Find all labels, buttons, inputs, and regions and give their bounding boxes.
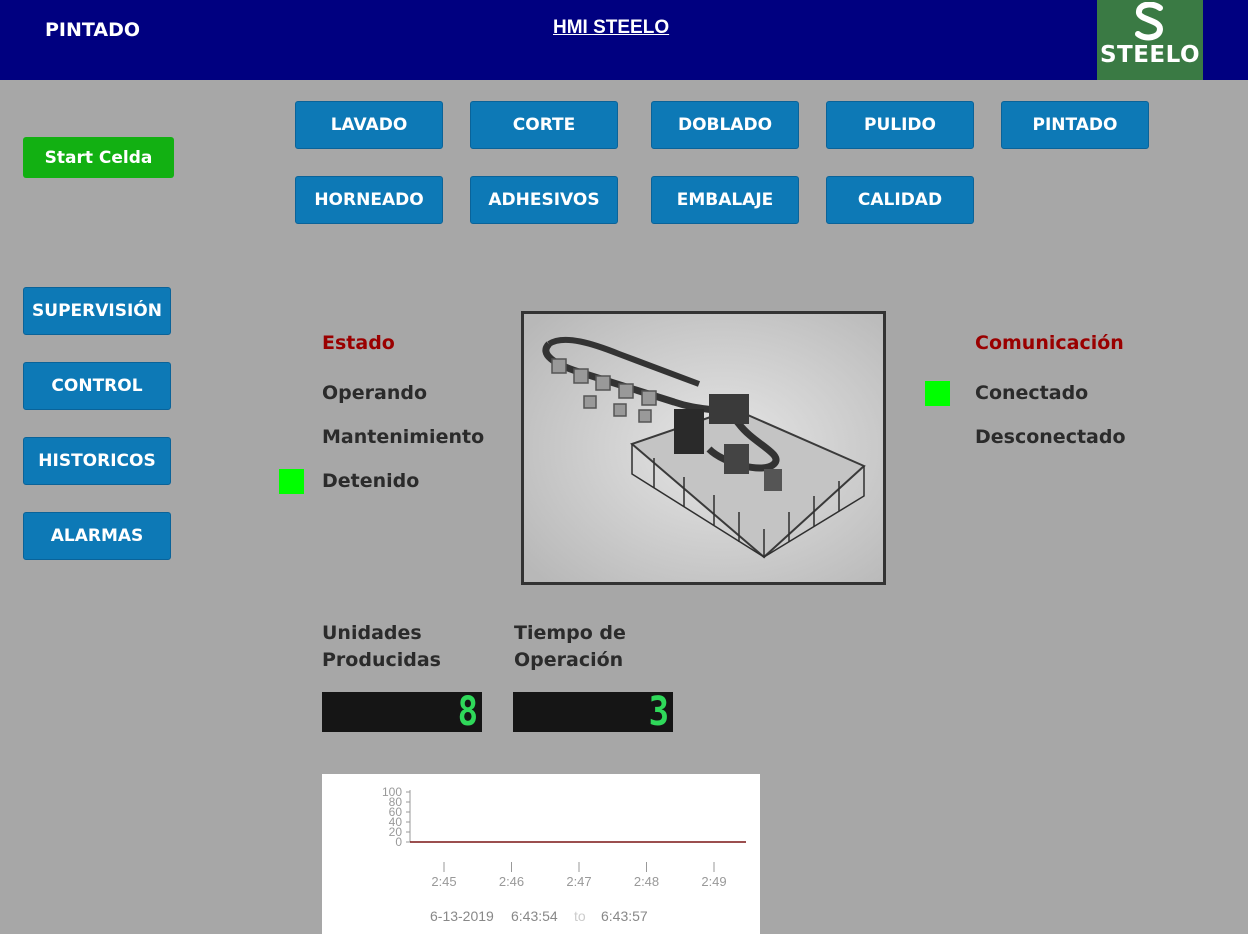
- detenido-indicator: [279, 469, 304, 494]
- tiempo-counter-display: 3: [513, 689, 673, 735]
- tiempo-value: 3: [648, 689, 669, 735]
- trend-chart-svg: 1008060402002:45 2:46 2:47 2:48 2:49: [382, 785, 746, 889]
- unidades-label-line2: Producidas: [322, 649, 441, 671]
- embalaje-button[interactable]: EMBALAJE: [651, 176, 799, 224]
- conectado-indicator: [925, 381, 950, 406]
- historicos-button[interactable]: HISTORICOS: [23, 437, 171, 485]
- lavado-button[interactable]: LAVADO: [295, 101, 443, 149]
- x-tick-label: 2:45: [431, 874, 456, 889]
- unidades-counter-display: 8: [322, 689, 482, 735]
- unidades-label-line1: Unidades: [322, 622, 422, 644]
- calidad-button[interactable]: CALIDAD: [826, 176, 974, 224]
- trend-date: 6-13-2019: [430, 908, 494, 924]
- app-title[interactable]: HMI STEELO: [553, 17, 669, 39]
- tiempo-label-line1: Tiempo de: [514, 622, 626, 644]
- trend-chart[interactable]: 100 80 60 40 20 0 2:45 2:46 2:47 2:48 2:49 6-13-20…: [322, 774, 760, 934]
- horneado-button[interactable]: HORNEADO: [295, 176, 443, 224]
- alarmas-button[interactable]: ALARMAS: [23, 512, 171, 560]
- estado-mantenimiento: Mantenimiento: [322, 426, 485, 448]
- x-tick-label: 2:47: [566, 874, 591, 889]
- unidades-value: 8: [457, 689, 478, 735]
- logo-text: STEELO: [1099, 42, 1201, 68]
- x-tick-label: 2:48: [634, 874, 659, 889]
- trend-start-time: 6:43:54: [511, 908, 558, 924]
- steelo-s-icon: [1135, 2, 1164, 41]
- adhesivos-button[interactable]: ADHESIVOS: [470, 176, 618, 224]
- estado-detenido: Detenido: [322, 470, 420, 492]
- start-celda-button[interactable]: Start Celda: [23, 137, 174, 178]
- tiempo-label-line2: Operación: [514, 649, 624, 671]
- control-button[interactable]: CONTROL: [23, 362, 171, 410]
- trend-end-time: 6:43:57: [601, 908, 648, 924]
- estado-operando: Operando: [322, 382, 428, 404]
- y-tick-label: 0: [395, 835, 402, 849]
- comunicacion-desconectado: Desconectado: [975, 426, 1126, 448]
- x-tick-label: 2:49: [701, 874, 726, 889]
- comunicacion-conectado: Conectado: [975, 382, 1089, 404]
- doblado-button[interactable]: DOBLADO: [651, 101, 799, 149]
- steelo-logo: STEELO: [1097, 0, 1203, 80]
- machine-render-image: [521, 311, 886, 585]
- pintado-button[interactable]: PINTADO: [1001, 101, 1149, 149]
- pulido-button[interactable]: PULIDO: [826, 101, 974, 149]
- x-tick-label: 2:46: [499, 874, 524, 889]
- estado-title: Estado: [322, 332, 395, 354]
- section-title: PINTADO: [45, 19, 141, 41]
- trend-separator: to: [574, 908, 586, 924]
- header-bar: PINTADO HMI STEELO STEELO: [0, 0, 1248, 80]
- supervision-button[interactable]: SUPERVISIÓN: [23, 287, 171, 335]
- comunicacion-title: Comunicación: [975, 332, 1124, 354]
- corte-button[interactable]: CORTE: [470, 101, 618, 149]
